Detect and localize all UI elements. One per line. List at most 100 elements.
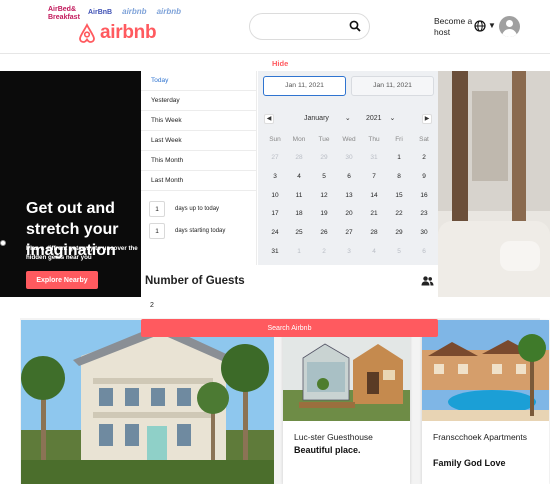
avatar-head: [506, 20, 513, 27]
calendar-day[interactable]: 16: [412, 189, 436, 203]
days-up-to-today-input[interactable]: 1: [149, 201, 165, 217]
preset-last-week[interactable]: Last Week: [141, 131, 256, 151]
calendar-day[interactable]: 28: [362, 226, 386, 240]
weekday-label: Tue: [318, 136, 330, 143]
calendar-day[interactable]: 20: [337, 207, 361, 221]
scroll-handle[interactable]: [0, 240, 6, 246]
globe-icon[interactable]: [474, 20, 486, 32]
airbnb-belo-icon: [79, 23, 95, 43]
weekday-label: Thu: [368, 136, 380, 143]
weekday-label: Mon: [292, 136, 306, 143]
calendar-day[interactable]: 3: [263, 170, 287, 184]
calendar-day[interactable]: 13: [337, 189, 361, 203]
calendar-day[interactable]: 6: [337, 170, 361, 184]
guests-title: Number of Guests: [145, 275, 245, 287]
calendar-day[interactable]: 4: [287, 170, 311, 184]
airbnb-logo-2009: airbnb: [122, 7, 147, 16]
calendar-day[interactable]: 8: [387, 170, 411, 184]
chevron-down-icon: ⌄: [344, 115, 351, 122]
listing-tagline: Beautiful place.: [294, 445, 361, 455]
featured-listing-image[interactable]: [21, 320, 274, 484]
weekday-label: Sun: [269, 136, 281, 143]
preset-this-month[interactable]: This Month: [141, 151, 256, 171]
calendar-day[interactable]: 23: [412, 207, 436, 221]
people-icon: [421, 276, 434, 286]
calendar-day[interactable]: 27: [337, 226, 361, 240]
header-search-input[interactable]: [249, 13, 370, 40]
year-select[interactable]: 2021 ⌄: [366, 114, 395, 122]
calendar-day[interactable]: 30: [412, 226, 436, 240]
explore-nearby-button[interactable]: Explore Nearby: [26, 271, 98, 289]
calendar-day[interactable]: 22: [387, 207, 411, 221]
calendar-day[interactable]: 15: [387, 189, 411, 203]
listing-tagline: Family God Love: [433, 458, 506, 468]
preset-this-week[interactable]: This Week: [141, 111, 256, 131]
calendar-day[interactable]: 24: [263, 226, 287, 240]
calendar-day[interactable]: 19: [312, 207, 336, 221]
calendar-day[interactable]: 28: [287, 151, 311, 165]
become-host-link[interactable]: Become a host: [434, 16, 474, 38]
chevron-down-icon[interactable]: ▼: [488, 21, 496, 30]
calendar-day[interactable]: 12: [312, 189, 336, 203]
days-starting-today-row: 1 days starting today: [149, 223, 225, 239]
calendar-day[interactable]: 9: [412, 170, 436, 184]
room-wood-panel: [512, 71, 526, 236]
listing-name: Luc-ster Guesthouse: [294, 432, 373, 442]
calendar-day[interactable]: 18: [287, 207, 311, 221]
calendar-day[interactable]: 4: [362, 245, 386, 259]
listing-card[interactable]: Franscchoek Apartments Family God Love: [422, 320, 549, 484]
calendar-day[interactable]: 27: [263, 151, 287, 165]
chevron-down-icon: ⌄: [389, 115, 396, 122]
preset-yesterday[interactable]: Yesterday: [141, 91, 256, 111]
calendar-day[interactable]: 31: [263, 245, 287, 259]
brand-logo[interactable]: airbnb: [78, 22, 157, 44]
calendar-day[interactable]: 5: [387, 245, 411, 259]
search-icon[interactable]: [349, 20, 361, 32]
next-month-button[interactable]: ▶: [422, 114, 432, 124]
calendar-day[interactable]: 3: [337, 245, 361, 259]
hero-room-image: [438, 71, 550, 297]
calendar-day[interactable]: 17: [263, 207, 287, 221]
month-value: January: [304, 115, 329, 122]
prev-month-button[interactable]: ◀: [264, 114, 274, 124]
calendar-day[interactable]: 7: [362, 170, 386, 184]
calendar-day[interactable]: 6: [412, 245, 436, 259]
preset-today[interactable]: Today: [141, 71, 256, 91]
listing-card[interactable]: Luc-ster Guesthouse Beautiful place.: [283, 320, 410, 484]
calendar-day[interactable]: 14: [362, 189, 386, 203]
calendar-day[interactable]: 2: [412, 151, 436, 165]
month-select[interactable]: January ⌄: [304, 114, 351, 122]
calendar-day[interactable]: 21: [362, 207, 386, 221]
search-airbnb-button[interactable]: Search Airbnb: [141, 319, 438, 337]
airbnb-logo-2010: airbnb: [156, 7, 182, 16]
days-starting-today-input[interactable]: 1: [149, 223, 165, 239]
end-date-input[interactable]: Jan 11, 2021: [351, 76, 434, 96]
weekday-label: Sat: [419, 136, 429, 143]
listing-name: Franscchoek Apartments: [433, 432, 528, 442]
calendar-day[interactable]: 26: [312, 226, 336, 240]
calendar-day[interactable]: 1: [287, 245, 311, 259]
calendar-day[interactable]: 25: [287, 226, 311, 240]
hide-button[interactable]: Hide: [272, 59, 288, 68]
avatar[interactable]: [499, 16, 520, 37]
beach-house-picture: [21, 320, 274, 484]
calendar-day[interactable]: 30: [337, 151, 361, 165]
calendar-day-selected[interactable]: 11: [287, 189, 311, 203]
preset-last-month[interactable]: Last Month: [141, 171, 256, 191]
calendar-day[interactable]: 1: [387, 151, 411, 165]
history-logos: AirBed& Breakfast AirBnB airbnb airbnb: [48, 6, 181, 22]
calendar-day[interactable]: 10: [263, 189, 287, 203]
avatar-body: [502, 29, 517, 37]
calendar-day[interactable]: 29: [312, 151, 336, 165]
hero-subtitle: Plan a diffrent getaway to uncover the h…: [26, 245, 138, 261]
calendar-day[interactable]: 2: [312, 245, 336, 259]
room-wood-panel: [452, 71, 468, 246]
calendar-day[interactable]: 29: [387, 226, 411, 240]
calendar: Jan 11, 2021 Jan 11, 2021 ◀ January ⌄ 20…: [258, 71, 438, 265]
calendar-day[interactable]: 5: [312, 170, 336, 184]
start-date-input[interactable]: Jan 11, 2021: [263, 76, 346, 96]
date-range-picker: Today Yesterday This Week Last Week This…: [141, 71, 438, 311]
airbnb-logo-2008: AirBnB: [88, 9, 113, 16]
guests-input[interactable]: 2: [150, 302, 154, 309]
calendar-day[interactable]: 31: [362, 151, 386, 165]
